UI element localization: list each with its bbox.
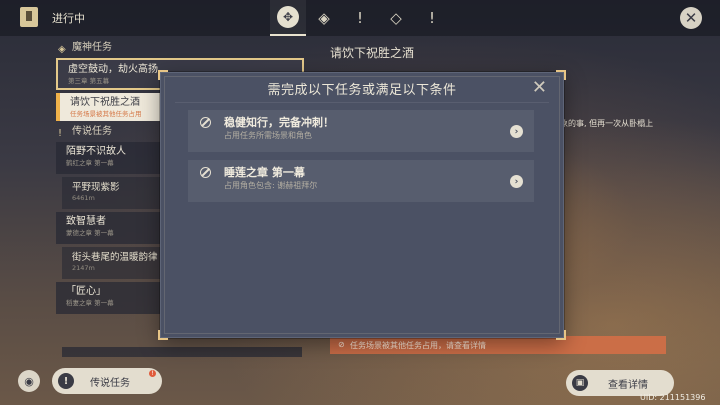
exclamation-icon: !: [428, 9, 435, 27]
category-label: 魔神任务: [72, 42, 112, 53]
detail-text: 象的事, 但再一次从卧榻上: [560, 119, 654, 128]
corner-ornament: [556, 330, 566, 340]
archon-icon: ◈: [318, 9, 330, 27]
close-icon[interactable]: ✕: [532, 77, 547, 98]
uid-label: UID: 211151396: [640, 393, 706, 402]
quest-book-icon: [20, 7, 38, 27]
all-quests-icon: ✥: [277, 6, 299, 28]
list-item-partial[interactable]: [62, 347, 302, 357]
story-icon: !: [356, 9, 363, 27]
legend-quest-label: 传说任务: [90, 377, 130, 389]
category-label: 传说任务: [72, 126, 112, 137]
exclamation-icon: !: [58, 373, 74, 389]
notification-badge: !: [149, 370, 156, 377]
map-button[interactable]: ◉: [18, 370, 40, 392]
exclamation-icon: !: [58, 128, 63, 139]
divider: [175, 102, 549, 103]
tab-exclamation[interactable]: !: [414, 0, 450, 36]
tab-world[interactable]: ◇: [378, 0, 414, 36]
condition-subtitle: 占用任务所需场景和角色: [224, 131, 312, 140]
condition-title: 睡莲之章 第一幕: [224, 166, 305, 179]
category-tabs: ✥ ◈ ! ◇ !: [270, 0, 450, 36]
tab-all-quests[interactable]: ✥: [270, 0, 306, 36]
chevron-right-icon[interactable]: ›: [510, 175, 523, 188]
condition-item[interactable]: 稳健知行，完备冲刺！ 占用任务所需场景和角色 ›: [188, 110, 534, 152]
map-icon: ◉: [24, 374, 34, 388]
condition-subtitle: 占用角色包含: 谢赫祖拜尔: [224, 181, 318, 190]
quest-title: 请饮下祝胜之酒: [70, 97, 140, 108]
archon-icon: ◈: [58, 44, 66, 55]
condition-item[interactable]: 睡莲之章 第一幕 占用角色包含: 谢赫祖拜尔 ›: [188, 160, 534, 202]
condition-title: 稳健知行，完备冲刺！: [224, 116, 334, 129]
warning-text: 任务场景被其他任务占用，请查看详情: [350, 341, 486, 350]
warning-bar: ⊘ 任务场景被其他任务占用，请查看详情: [330, 336, 666, 354]
details-icon: ▣: [572, 375, 588, 391]
status-label: 进行中: [52, 12, 85, 25]
blocked-icon: [200, 117, 211, 128]
view-details-label: 查看详情: [608, 379, 648, 391]
tab-archon[interactable]: ◈: [306, 0, 342, 36]
corner-ornament: [158, 330, 168, 340]
category-archon: ◈ 魔神任务: [54, 40, 310, 56]
close-icon[interactable]: ✕: [680, 7, 702, 29]
list-item-current[interactable]: 请饮下祝胜之酒 任务场景被其他任务占用: [56, 93, 164, 121]
legend-quest-button[interactable]: ! 传说任务 !: [52, 368, 162, 394]
chevron-right-icon[interactable]: ›: [510, 125, 523, 138]
blocked-icon: ⊘: [338, 340, 345, 349]
detail-title: 请饮下祝胜之酒: [330, 46, 415, 60]
world-icon: ◇: [390, 9, 402, 27]
quest-subtitle: 任务场景被其他任务占用: [70, 110, 142, 118]
top-bar: 进行中 ✥ ◈ ! ◇ ! ✕: [0, 0, 720, 36]
requirements-dialog: 需完成以下任务或满足以下条件 ✕ 稳健知行，完备冲刺！ 占用任务所需场景和角色 …: [158, 70, 566, 340]
dialog-title: 需完成以下任务或满足以下条件: [267, 83, 457, 98]
tab-story[interactable]: !: [342, 0, 378, 36]
blocked-icon: [200, 167, 211, 178]
